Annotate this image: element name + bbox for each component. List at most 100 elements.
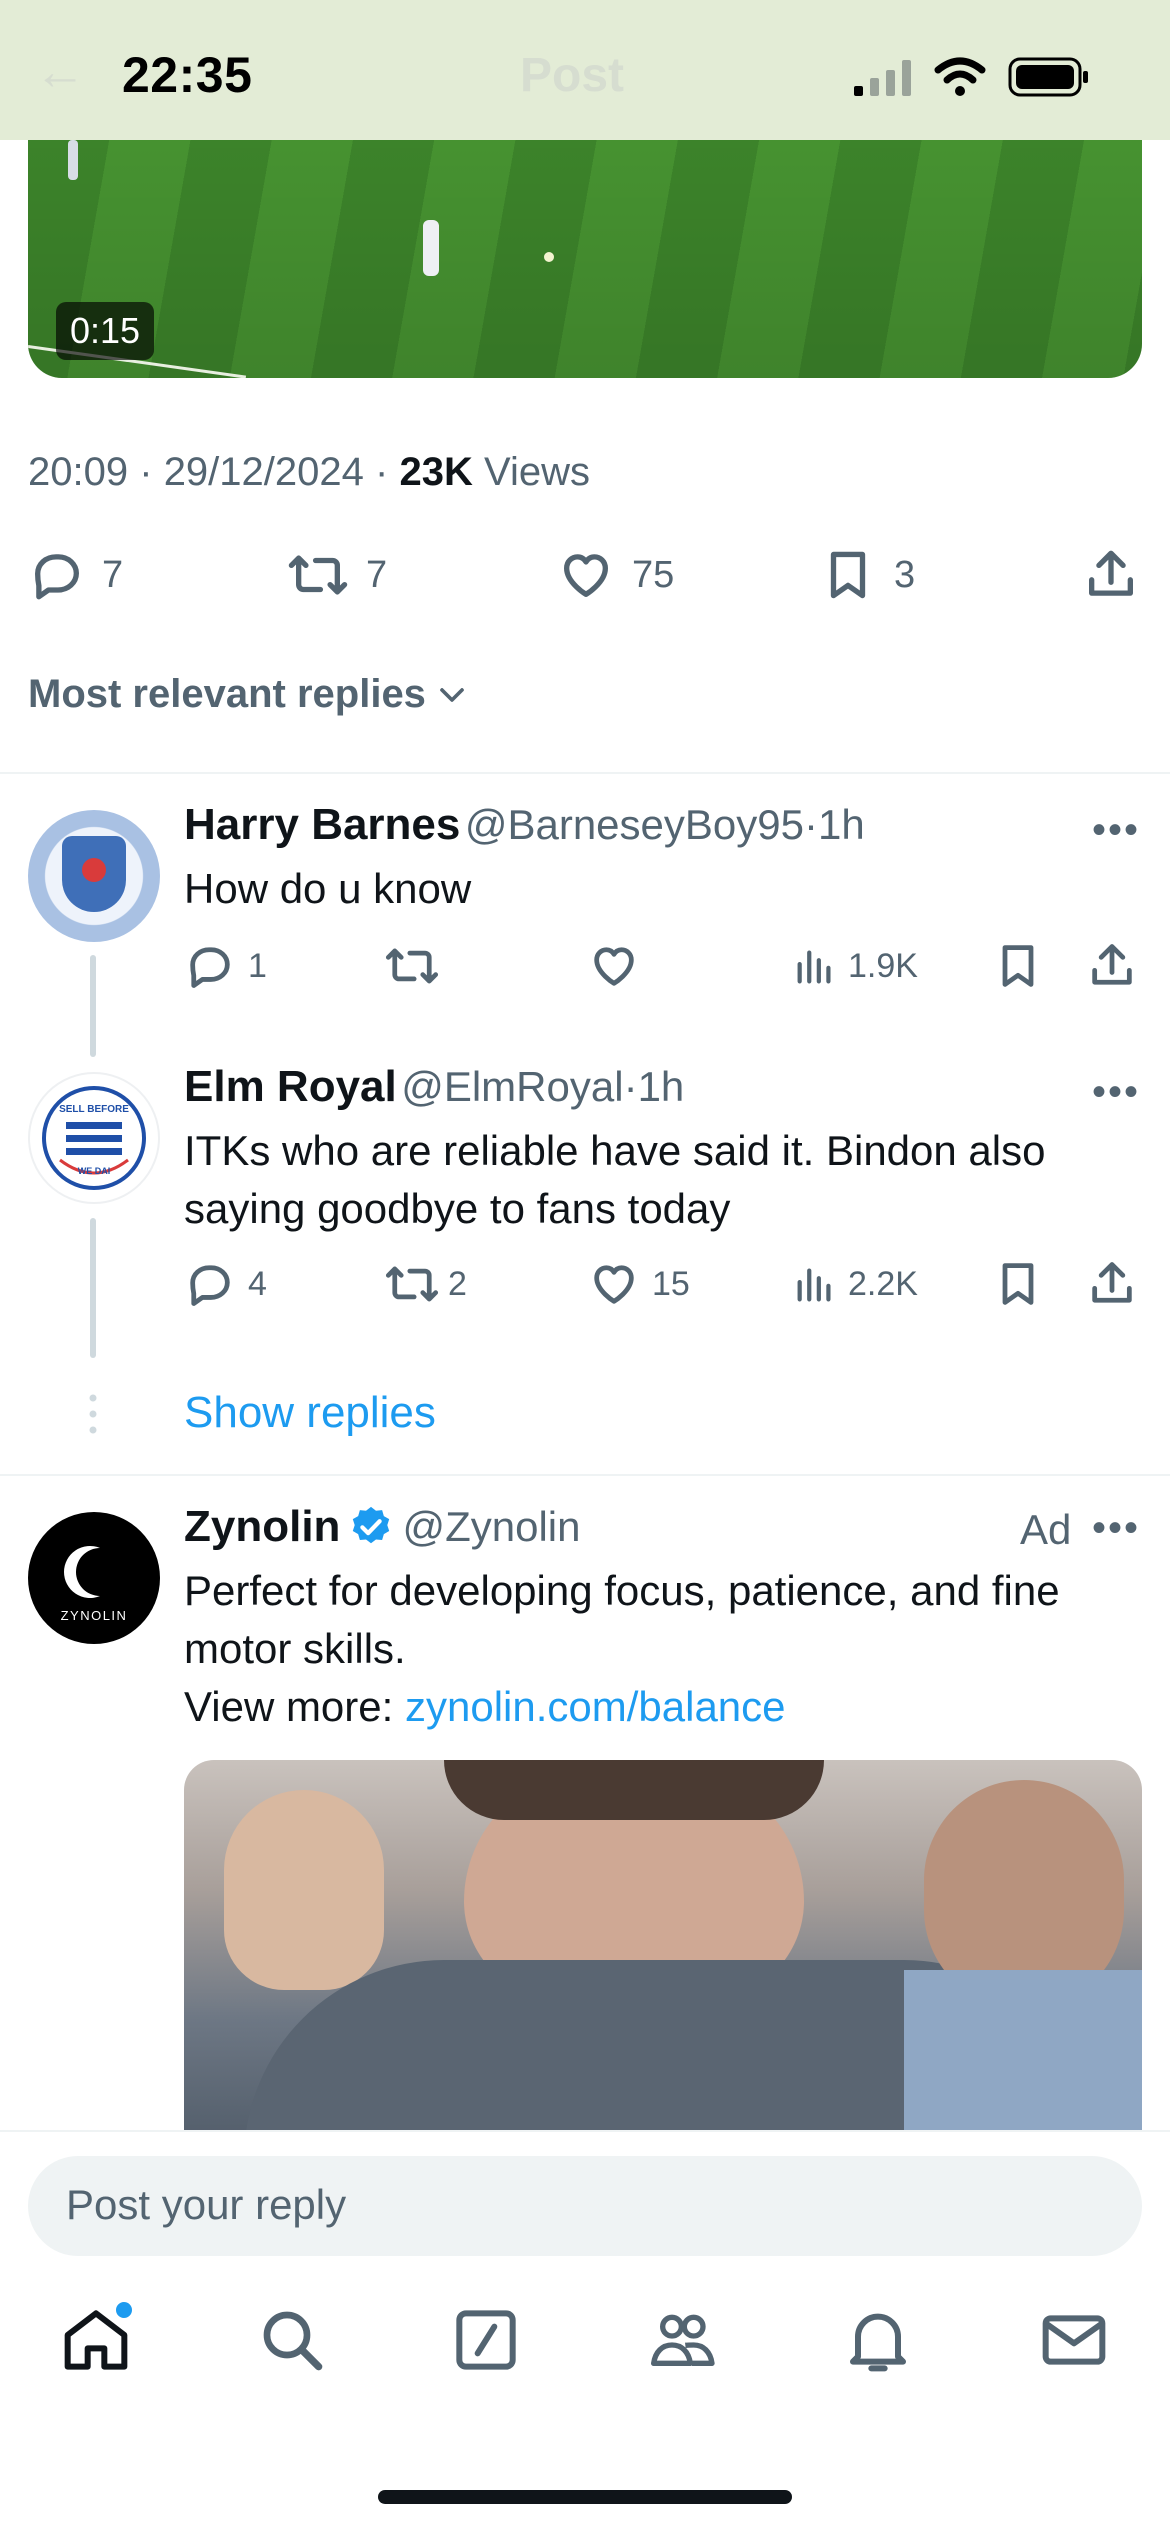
video-player[interactable]: 0:15 bbox=[28, 140, 1142, 378]
share-icon bbox=[1092, 944, 1132, 985]
club-badge-icon: SELL BEFORE WE DAI bbox=[42, 1086, 146, 1190]
reply-composer[interactable] bbox=[28, 2156, 1142, 2256]
home-indicator bbox=[378, 2490, 792, 2504]
more-options-icon[interactable]: ••• bbox=[1092, 1070, 1140, 1115]
reply-icon bbox=[35, 554, 79, 600]
ad-link[interactable]: zynolin.com/balance bbox=[405, 1683, 786, 1730]
reply-button[interactable]: 4 bbox=[184, 1258, 267, 1310]
ball bbox=[544, 252, 554, 262]
bookmark-button[interactable] bbox=[992, 940, 1044, 992]
like-button[interactable]: 15 bbox=[588, 1258, 690, 1310]
analytics-icon bbox=[797, 950, 831, 984]
user-handle[interactable]: @BarneseyBoy95 bbox=[465, 801, 804, 848]
person-figure bbox=[224, 1790, 384, 1990]
tab-notifications[interactable] bbox=[838, 2300, 918, 2380]
reply-input[interactable] bbox=[64, 2180, 1068, 2230]
cellular-signal-icon bbox=[854, 60, 911, 96]
bookmark-button[interactable]: 3 bbox=[818, 540, 915, 610]
repost-icon bbox=[288, 555, 348, 595]
ad-label: Ad bbox=[1020, 1506, 1072, 1553]
svg-text:WE DAI: WE DAI bbox=[78, 1166, 111, 1176]
back-arrow-icon[interactable]: ← bbox=[34, 42, 86, 102]
bookmark-button[interactable] bbox=[992, 1258, 1044, 1310]
repost-icon bbox=[385, 1266, 439, 1302]
post-timestamp: 20:09 · 29/12/2024 · 23K Views bbox=[28, 450, 590, 494]
divider bbox=[0, 2130, 1170, 2132]
bookmark-icon bbox=[1002, 1263, 1034, 1305]
ad-header: Zynolin @Zynolin bbox=[184, 1502, 580, 1552]
more-options-icon[interactable]: ••• bbox=[1092, 1506, 1140, 1551]
share-button[interactable] bbox=[1086, 1258, 1138, 1310]
bookmark-icon bbox=[1002, 945, 1034, 987]
verified-badge-icon bbox=[353, 1506, 390, 1544]
mail-icon bbox=[1042, 2315, 1106, 2365]
user-name[interactable]: Zynolin bbox=[184, 1502, 340, 1552]
repost-button[interactable]: 2 bbox=[384, 1258, 467, 1310]
reply-header: Elm Royal @ElmRoyal·1h bbox=[184, 1062, 685, 1111]
bookmark-icon bbox=[830, 551, 866, 599]
jersey bbox=[904, 1970, 1142, 2132]
more-vertical-icon bbox=[89, 1394, 97, 1434]
sort-label: Most relevant replies bbox=[28, 672, 426, 716]
reply-icon bbox=[190, 947, 230, 988]
tab-messages[interactable] bbox=[1034, 2300, 1114, 2380]
hair bbox=[444, 1760, 824, 1820]
video-duration: 0:15 bbox=[56, 302, 155, 360]
heart-icon bbox=[564, 554, 608, 597]
tab-compose[interactable] bbox=[446, 2300, 526, 2380]
search-icon bbox=[263, 2311, 323, 2371]
reply-text: How do u know bbox=[184, 865, 472, 912]
brand-logo-icon: ZYNOLIN bbox=[61, 1546, 128, 1623]
status-bar: ← Post 22:35 bbox=[0, 0, 1170, 140]
chevron-down-icon bbox=[440, 687, 464, 702]
divider bbox=[0, 1474, 1170, 1476]
header-title: Post bbox=[520, 49, 625, 102]
repost-button[interactable] bbox=[384, 940, 440, 992]
tab-search[interactable] bbox=[252, 2300, 332, 2380]
tab-communities[interactable] bbox=[642, 2300, 722, 2380]
more-options-icon[interactable]: ••• bbox=[1092, 808, 1140, 853]
show-replies-link[interactable]: Show replies bbox=[184, 1388, 436, 1438]
share-button[interactable] bbox=[1086, 940, 1138, 992]
reply-time: 1h bbox=[637, 1063, 685, 1110]
svg-text:SELL BEFORE: SELL BEFORE bbox=[59, 1104, 129, 1115]
compose-icon bbox=[456, 2310, 516, 2370]
views-count: 23K bbox=[399, 450, 473, 494]
sort-replies-dropdown[interactable]: Most relevant replies bbox=[28, 672, 472, 717]
user-handle[interactable]: @Zynolin bbox=[402, 1503, 580, 1551]
user-name[interactable]: Elm Royal bbox=[184, 1062, 397, 1111]
battery-icon bbox=[1008, 57, 1088, 97]
reply-button[interactable]: 7 bbox=[28, 540, 123, 610]
player-figure bbox=[68, 140, 78, 180]
user-handle[interactable]: @ElmRoyal bbox=[401, 1063, 623, 1110]
bell-icon bbox=[850, 2313, 906, 2372]
like-button[interactable] bbox=[588, 940, 640, 992]
avatar[interactable]: SELL BEFORE WE DAI bbox=[28, 1072, 160, 1204]
user-name[interactable]: Harry Barnes bbox=[184, 800, 460, 849]
communities-icon bbox=[651, 2314, 715, 2366]
svg-text:ZYNOLIN: ZYNOLIN bbox=[61, 1608, 128, 1623]
repost-button[interactable]: 7 bbox=[286, 540, 387, 610]
views-button[interactable]: 2.2K bbox=[792, 1258, 918, 1310]
repost-icon bbox=[385, 948, 439, 984]
analytics-icon bbox=[797, 1268, 831, 1302]
avatar[interactable] bbox=[28, 810, 160, 942]
reply-button[interactable]: 1 bbox=[184, 940, 267, 992]
views-button[interactable]: 1.9K bbox=[792, 940, 918, 992]
player-figure bbox=[423, 220, 439, 276]
status-time: 22:35 bbox=[122, 47, 253, 103]
ad-text: Perfect for developing focus, patience, … bbox=[184, 1567, 1060, 1672]
avatar[interactable]: ZYNOLIN bbox=[28, 1512, 160, 1644]
reply-time: 1h bbox=[818, 801, 865, 848]
divider bbox=[0, 772, 1170, 774]
rose-icon bbox=[82, 858, 106, 882]
share-button[interactable] bbox=[1082, 540, 1140, 610]
thread-line bbox=[90, 955, 96, 1057]
tab-home[interactable] bbox=[56, 2300, 136, 2380]
like-button[interactable]: 75 bbox=[556, 540, 674, 610]
notification-dot bbox=[114, 2300, 134, 2320]
reply-header: Harry Barnes @BarneseyBoy95·1h bbox=[184, 800, 865, 849]
ad-media[interactable] bbox=[184, 1760, 1142, 2132]
reply-icon bbox=[190, 1265, 230, 1306]
share-icon bbox=[1092, 1262, 1132, 1303]
